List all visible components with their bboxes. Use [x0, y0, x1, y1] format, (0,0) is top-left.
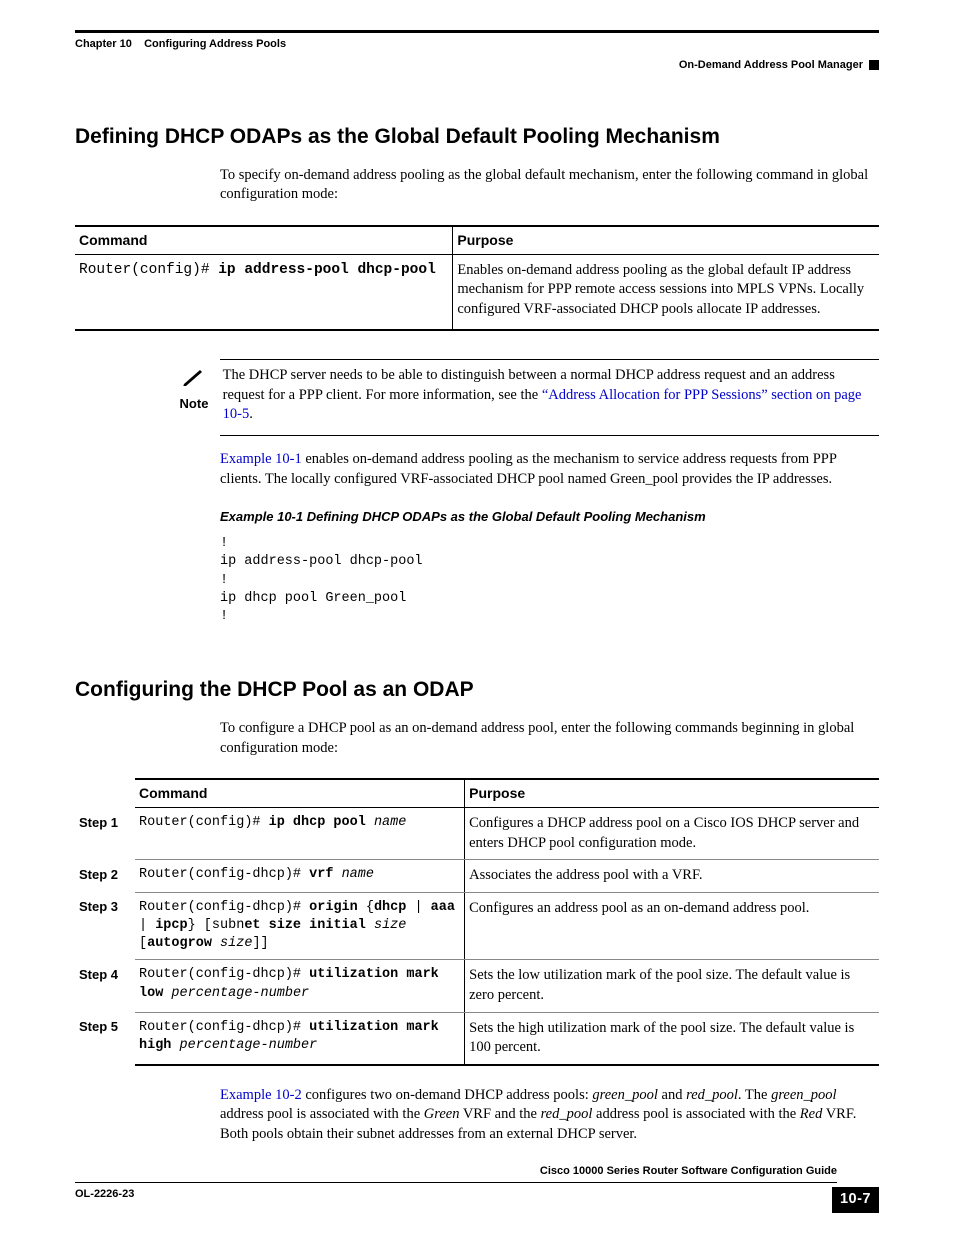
steps-header-command: Command [135, 779, 465, 807]
note-rule-top [220, 359, 879, 360]
step-purpose: Sets the high utilization mark of the po… [465, 1012, 879, 1065]
note-text-2: . [249, 406, 253, 422]
header-section: On-Demand Address Pool Manager [75, 58, 879, 73]
footer-rule [75, 1182, 837, 1183]
intro-paragraph-2: To configure a DHCP pool as an on-demand… [220, 719, 879, 758]
step-label: Step 5 [75, 1012, 135, 1065]
step-label: Step 3 [75, 892, 135, 960]
paragraph-after-steps: Example 10-2 configures two on-demand DH… [220, 1086, 879, 1145]
example-link-1[interactable]: Example 10-1 [220, 451, 302, 467]
section-heading-2: Configuring the DHCP Pool as an ODAP [75, 676, 879, 704]
pencil-icon [182, 374, 206, 390]
step-command: Router(config-dhcp)# utilization mark lo… [135, 960, 465, 1012]
command-prompt: Router(config)# [79, 262, 218, 278]
page-header: Chapter 10 Configuring Address Pools On-… [75, 30, 879, 73]
table1-purpose-cell: Enables on-demand address pooling as the… [453, 254, 879, 330]
chapter-title: Configuring Address Pools [144, 38, 286, 50]
command-table-1: Command Purpose Router(config)# ip addre… [75, 225, 879, 332]
code-block-1: ! ip address-pool dhcp-pool ! ip dhcp po… [220, 535, 879, 626]
example-link-2[interactable]: Example 10-2 [220, 1087, 302, 1103]
step-label: Step 1 [75, 808, 135, 860]
step-label: Step 2 [75, 860, 135, 893]
step-command: Router(config)# ip dhcp pool name [135, 808, 465, 860]
footer-title: Cisco 10000 Series Router Software Confi… [75, 1164, 837, 1179]
section-heading-1: Defining DHCP ODAPs as the Global Defaul… [75, 123, 879, 151]
header-endmark-icon [869, 60, 879, 70]
step-command: Router(config-dhcp)# utilization mark hi… [135, 1012, 465, 1065]
table1-command-cell: Router(config)# ip address-pool dhcp-poo… [75, 254, 453, 330]
step-purpose: Configures an address pool as an on-dema… [465, 892, 879, 960]
step-purpose: Associates the address pool with a VRF. [465, 860, 879, 893]
header-chapter: Chapter 10 Configuring Address Pools [75, 37, 879, 52]
note-label: Note [175, 395, 213, 413]
page-footer: Cisco 10000 Series Router Software Confi… [75, 1164, 879, 1213]
footer-left: OL-2226-23 [75, 1187, 134, 1202]
paragraph-text: enables on-demand address pooling as the… [220, 451, 836, 487]
step-command: Router(config-dhcp)# origin {dhcp | aaa … [135, 892, 465, 960]
steps-header-blank [75, 779, 135, 807]
page: Chapter 10 Configuring Address Pools On-… [0, 0, 954, 1235]
note-block: Note The DHCP server needs to be able to… [175, 359, 879, 436]
example-title-1: Example 10-1 Defining DHCP ODAPs as the … [220, 508, 879, 526]
step-label: Step 4 [75, 960, 135, 1012]
example-block-1: Example 10-1 Defining DHCP ODAPs as the … [220, 508, 879, 627]
command-text: ip address-pool dhcp-pool [218, 262, 436, 278]
note-rule-bottom [220, 435, 879, 436]
steps-table: Command Purpose Step 1Router(config)# ip… [75, 778, 879, 1065]
paragraph-after-note: Example 10-1 enables on-demand address p… [220, 450, 879, 489]
table1-header-purpose: Purpose [453, 226, 879, 254]
step-purpose: Sets the low utilization mark of the poo… [465, 960, 879, 1012]
page-number: 10-7 [832, 1187, 879, 1213]
step-command: Router(config-dhcp)# vrf name [135, 860, 465, 893]
note-left: Note [175, 366, 213, 412]
section-name: On-Demand Address Pool Manager [679, 59, 863, 71]
step-purpose: Configures a DHCP address pool on a Cisc… [465, 808, 879, 860]
note-text: The DHCP server needs to be able to dist… [223, 366, 879, 425]
intro-paragraph-1: To specify on-demand address pooling as … [220, 166, 879, 205]
table1-header-command: Command [75, 226, 453, 254]
steps-header-purpose: Purpose [465, 779, 879, 807]
chapter-number: Chapter 10 [75, 38, 132, 50]
